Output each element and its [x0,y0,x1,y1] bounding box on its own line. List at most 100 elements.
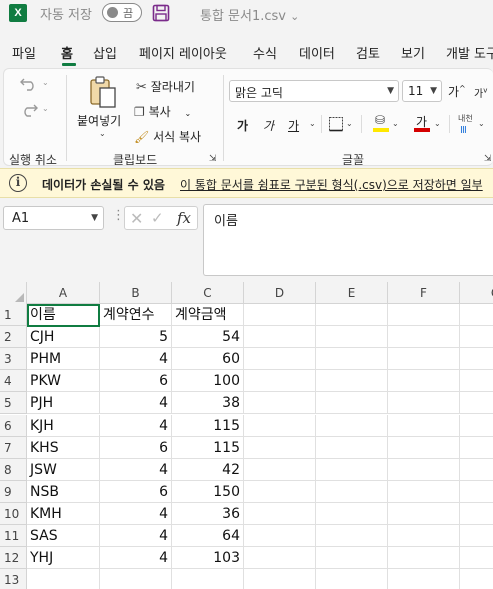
cell-g8[interactable] [460,459,493,481]
cell-e10[interactable] [316,502,388,525]
undo-icon[interactable] [19,75,39,91]
row-header-3[interactable]: 3 [0,348,27,371]
redo-dropdown-icon[interactable]: ⌄ [42,104,49,113]
select-all-button[interactable] [0,282,27,304]
cell-d9[interactable] [244,480,316,503]
fill-color-dropdown-icon[interactable]: ⌄ [392,119,399,128]
cell-a8[interactable]: JSW [27,458,100,481]
column-header-f[interactable]: F [388,282,460,304]
cell-c6[interactable]: 115 [172,414,244,437]
cell-e6[interactable] [316,414,388,437]
font-name-dropdown[interactable]: 맑은 고딕 ▼ [229,80,399,102]
insert-function-button[interactable]: fx [177,209,191,227]
cell-b8[interactable]: 4 [100,458,172,481]
cell-c8[interactable]: 42 [172,458,244,481]
bold-button[interactable]: 가 [237,117,248,134]
undo-dropdown-icon[interactable]: ⌄ [42,78,49,87]
cell-e11[interactable] [316,525,388,547]
cell-d3[interactable] [244,348,316,371]
row-header-7[interactable]: 7 [0,436,27,459]
phonetic-guide-button[interactable]: 내천 [458,114,474,123]
column-header-g[interactable]: G [460,282,493,304]
row-header-5[interactable]: 5 [0,392,27,415]
cell-d10[interactable] [244,502,316,525]
cell-e1[interactable] [316,304,388,326]
cell-a11[interactable]: SAS [27,525,100,547]
row-header-10[interactable]: 10 [0,502,27,525]
tab-data[interactable]: 데이터 [299,43,335,62]
cell-d7[interactable] [244,436,316,459]
cell-d4[interactable] [244,370,316,393]
tab-file[interactable]: 파일 [12,43,36,62]
cell-f10[interactable] [388,502,460,525]
italic-button[interactable]: 가 [263,117,274,134]
cell-g10[interactable] [460,503,493,525]
cell-e8[interactable] [316,458,388,481]
cancel-icon[interactable]: ✕ [130,209,143,228]
warning-link[interactable]: 이 통합 문서를 쉼표로 구분된 형식(.csv)으로 저장하면 일부 [180,176,483,193]
cut-button[interactable]: ✂ 잘라내기 [136,78,195,95]
cell-g5[interactable] [460,392,493,415]
cell-b5[interactable]: 4 [100,392,172,415]
dialog-launcher-icon[interactable]: ⇲ [209,154,217,164]
cell-a6[interactable]: KJH [27,414,100,437]
cell-b7[interactable]: 6 [100,436,172,459]
borders-dropdown-icon[interactable]: ⌄ [346,119,353,128]
cell-f8[interactable] [388,458,460,481]
tab-developer[interactable]: 개발 도구 [446,43,493,62]
cell-c11[interactable]: 64 [172,525,244,547]
cell-d13[interactable] [244,569,316,589]
cell-a5[interactable]: PJH [27,392,100,415]
cell-c5[interactable]: 38 [172,392,244,415]
format-painter-button[interactable]: 🖌 서식 복사 [134,128,201,145]
cell-g9[interactable] [460,481,493,503]
cell-c2[interactable]: 54 [172,326,244,349]
cell-a10[interactable]: KMH [27,502,100,525]
cell-e3[interactable] [316,348,388,371]
row-header-2[interactable]: 2 [0,326,27,349]
cell-c1[interactable]: 계약금액 [172,304,244,326]
cell-f6[interactable] [388,414,460,437]
font-size-dropdown[interactable]: 11 ▼ [402,80,442,102]
document-title[interactable]: 통합 문서1.csv ⌄ [200,5,299,24]
cell-f11[interactable] [388,525,460,547]
column-header-a[interactable]: A [27,282,100,304]
cell-b3[interactable]: 4 [100,348,172,371]
cell-f13[interactable] [388,569,460,589]
tab-home[interactable]: 홈 [61,43,73,62]
cell-g7[interactable] [460,437,493,459]
cell-f12[interactable] [388,547,460,570]
cell-g1[interactable] [460,304,493,326]
cell-b10[interactable]: 4 [100,502,172,525]
cell-c13[interactable] [172,569,244,589]
cell-a9[interactable]: NSB [27,480,100,503]
cell-d5[interactable] [244,392,316,415]
cell-f5[interactable] [388,392,460,415]
redo-icon[interactable] [19,101,39,117]
cell-d1[interactable] [244,304,316,326]
row-header-8[interactable]: 8 [0,458,27,481]
font-color-dropdown-icon[interactable]: ⌄ [434,119,441,128]
row-header-11[interactable]: 11 [0,525,27,547]
cell-b1[interactable]: 계약연수 [100,304,172,326]
cell-e12[interactable] [316,547,388,570]
autosave-toggle[interactable]: 끔 [102,3,142,22]
tab-formulas[interactable]: 수식 [253,43,277,62]
row-header-4[interactable]: 4 [0,370,27,393]
cell-a2[interactable]: CJH [27,326,100,349]
cell-e7[interactable] [316,436,388,459]
fill-color-button[interactable]: ⛁ [373,113,389,133]
column-header-e[interactable]: E [316,282,388,304]
cell-b4[interactable]: 6 [100,370,172,393]
row-header-12[interactable]: 12 [0,547,27,570]
grow-font-button[interactable]: 가^ [448,83,466,100]
cell-b6[interactable]: 4 [100,414,172,437]
cell-a12[interactable]: YHJ [27,547,100,570]
cell-g3[interactable] [460,348,493,371]
cell-b2[interactable]: 5 [100,326,172,349]
cell-d12[interactable] [244,547,316,570]
cell-b11[interactable]: 4 [100,525,172,547]
cell-g6[interactable] [460,415,493,437]
tab-review[interactable]: 검토 [356,43,380,62]
copy-button[interactable]: ❐ 복사 ⌄ [134,103,191,120]
